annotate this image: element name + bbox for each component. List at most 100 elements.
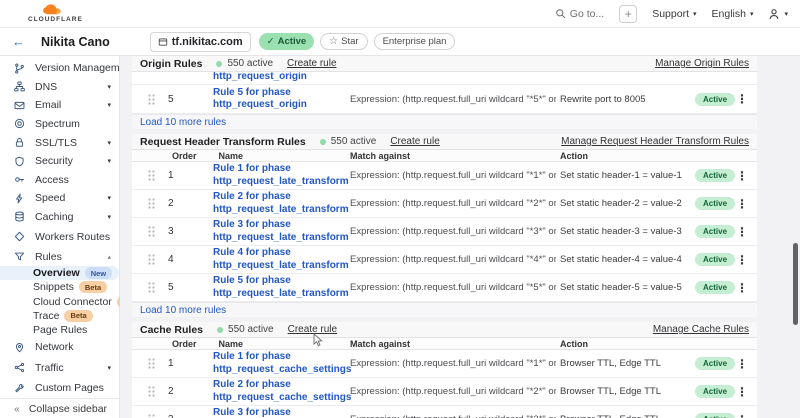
account-bar: ← Nikita Cano tf.nikitac.com ✓ Active ☆ …	[0, 28, 800, 56]
kebab-menu-icon[interactable]: ⋮	[736, 169, 748, 183]
global-search[interactable]: Go to...	[555, 8, 604, 20]
domain-selector[interactable]: tf.nikitac.com	[150, 32, 251, 52]
language-menu[interactable]: English ▾	[712, 8, 754, 20]
section-title: Request Header Transform Rules	[140, 136, 306, 148]
active-dot-icon	[216, 61, 222, 67]
rule-order: 5	[168, 94, 188, 105]
drag-handle-icon[interactable]	[148, 94, 156, 105]
drag-handle-icon[interactable]	[148, 254, 156, 265]
sidebar-item-workers-routes[interactable]: Workers Routes	[0, 226, 119, 247]
chevron-down-icon: ▾	[750, 10, 754, 18]
lightning-icon	[14, 192, 26, 204]
drag-handle-icon[interactable]	[148, 358, 156, 369]
rule-name-link[interactable]: Rule 2 for phasehttp_request_cache_setti…	[213, 379, 347, 404]
rule-name-link[interactable]: Rule 2 for phasehttp_request_late_transf…	[213, 191, 347, 216]
kebab-menu-icon[interactable]: ⋮	[736, 357, 748, 371]
kebab-menu-icon[interactable]: ⋮	[736, 385, 748, 399]
rule-name-link[interactable]: Rule 5 for phasehttp_request_late_transf…	[213, 275, 347, 300]
table-row: 1 Rule 1 for phasehttp_request_late_tran…	[132, 162, 757, 190]
drag-handle-icon[interactable]	[148, 282, 156, 293]
rule-name-link[interactable]: Rule 3 for phasehttp_request_late_transf…	[213, 219, 347, 244]
sidebar-item-access[interactable]: Access	[0, 170, 119, 189]
column-action: Action	[560, 339, 588, 349]
sidebar-item-dns[interactable]: DNS ▾	[0, 78, 119, 97]
cloudflare-logo[interactable]: CLOUDFLARE	[28, 4, 83, 24]
language-label: English	[712, 8, 746, 20]
kebab-menu-icon[interactable]: ⋮	[736, 92, 748, 106]
manage-origin-rules-link[interactable]: Manage Origin Rules	[655, 58, 749, 69]
manage-request-header-transform-rules-link[interactable]: Manage Request Header Transform Rules	[561, 136, 749, 147]
sidebar-item-version-management[interactable]: Version Management	[0, 59, 119, 78]
plus-icon: +	[625, 7, 632, 21]
create-rule-link[interactable]: Create rule	[390, 136, 439, 147]
drag-handle-icon[interactable]	[148, 170, 156, 181]
active-count: 550 active	[227, 58, 273, 69]
kebab-menu-icon[interactable]: ⋮	[736, 281, 748, 295]
manage-cache-rules-link[interactable]: Manage Cache Rules	[653, 324, 749, 335]
spectrum-icon	[14, 118, 26, 130]
rule-name-link[interactable]: Rule 1 for phasehttp_request_cache_setti…	[213, 351, 347, 376]
status-badge: Active	[695, 413, 735, 418]
sidebar-item-rules[interactable]: Rules ▴	[0, 248, 119, 267]
load-more-rules-link[interactable]: Load 10 more rules	[132, 302, 757, 317]
check-icon: ✓	[267, 36, 275, 47]
support-label: Support	[652, 8, 689, 20]
back-arrow-icon[interactable]: ←	[12, 34, 25, 49]
chevron-down-icon: ▾	[107, 213, 111, 221]
sidebar-item-rules-snippets[interactable]: Snippets Beta	[0, 280, 119, 294]
star-icon: ☆	[329, 36, 338, 47]
sidebar-item-rules-overview[interactable]: Overview New	[0, 266, 119, 280]
sidebar-item-custom-pages[interactable]: Custom Pages	[0, 378, 119, 399]
create-rule-link[interactable]: Create rule	[288, 324, 337, 335]
collapse-sidebar-button[interactable]: « Collapse sidebar	[0, 398, 119, 418]
drag-handle-icon[interactable]	[148, 386, 156, 397]
plan-badge: Enterprise plan	[374, 33, 456, 50]
rule-action: Set static header-2 = value-2	[560, 198, 692, 209]
column-order: Order	[172, 151, 197, 161]
sidebar-item-traffic[interactable]: Traffic ▾	[0, 357, 119, 378]
rule-name-link[interactable]: http_request_origin	[213, 72, 307, 82]
sidebar-item-email[interactable]: Email ▾	[0, 96, 119, 115]
kebab-menu-icon[interactable]: ⋮	[736, 413, 748, 418]
sidebar-item-rules-trace[interactable]: Trace Beta	[0, 309, 119, 323]
rule-name-link[interactable]: Rule 4 for phasehttp_request_late_transf…	[213, 247, 347, 272]
new-badge: New	[85, 267, 112, 279]
create-rule-link[interactable]: Create rule	[287, 58, 336, 69]
status-badge: Active	[695, 385, 735, 398]
sidebar-item-caching[interactable]: Caching ▾	[0, 208, 119, 227]
sidebar-item-spectrum[interactable]: Spectrum	[0, 115, 119, 134]
sidebar-item-rules-page-rules[interactable]: Page Rules	[0, 323, 119, 337]
kebab-menu-icon[interactable]: ⋮	[736, 253, 748, 267]
drag-handle-icon[interactable]	[148, 198, 156, 209]
rule-expression: Expression: (http.request.full_uri wildc…	[350, 198, 556, 209]
request-header-transform-rules-section: Request Header Transform Rules 550 activ…	[132, 134, 757, 317]
kebab-menu-icon[interactable]: ⋮	[736, 225, 748, 239]
rule-order: 1	[168, 358, 188, 369]
rule-name-link[interactable]: Rule 3 for phasehttp_request_cache_setti…	[213, 407, 347, 418]
kebab-menu-icon[interactable]: ⋮	[736, 197, 748, 211]
status-badge: Active	[695, 357, 735, 370]
drag-handle-icon[interactable]	[148, 226, 156, 237]
scrollbar-thumb[interactable]	[793, 243, 798, 325]
account-name: Nikita Cano	[41, 35, 110, 49]
rule-name-link[interactable]: Rule 1 for phasehttp_request_late_transf…	[213, 163, 347, 188]
sidebar-item-network[interactable]: Network	[0, 337, 119, 358]
sidebar-item-security[interactable]: Security ▾	[0, 152, 119, 171]
rule-expression: Expression: (http.request.full_uri wildc…	[350, 170, 556, 181]
drag-handle-icon[interactable]	[148, 414, 156, 418]
load-more-rules-link[interactable]: Load 10 more rules	[132, 114, 757, 129]
user-account-menu[interactable]: ▾	[768, 8, 788, 20]
column-action: Action	[560, 151, 588, 161]
status-badge: Active	[695, 197, 735, 210]
sidebar-item-speed[interactable]: Speed ▾	[0, 189, 119, 208]
rule-name-link[interactable]: Rule 5 for phasehttp_request_origin	[213, 87, 347, 112]
support-menu[interactable]: Support ▾	[652, 8, 696, 20]
table-header-row: Order Name Match against Action	[132, 150, 757, 162]
chevron-down-icon: ▾	[107, 101, 111, 109]
chevron-down-icon: ▾	[107, 83, 111, 91]
add-site-button[interactable]: +	[619, 5, 637, 23]
sidebar-item-rules-cloud-connector[interactable]: Cloud Connector Beta	[0, 294, 119, 308]
sidebar-item-ssl-tls[interactable]: SSL/TLS ▾	[0, 133, 119, 152]
rule-action: Browser TTL, Edge TTL	[560, 414, 692, 418]
star-button[interactable]: ☆ Star	[320, 33, 367, 50]
